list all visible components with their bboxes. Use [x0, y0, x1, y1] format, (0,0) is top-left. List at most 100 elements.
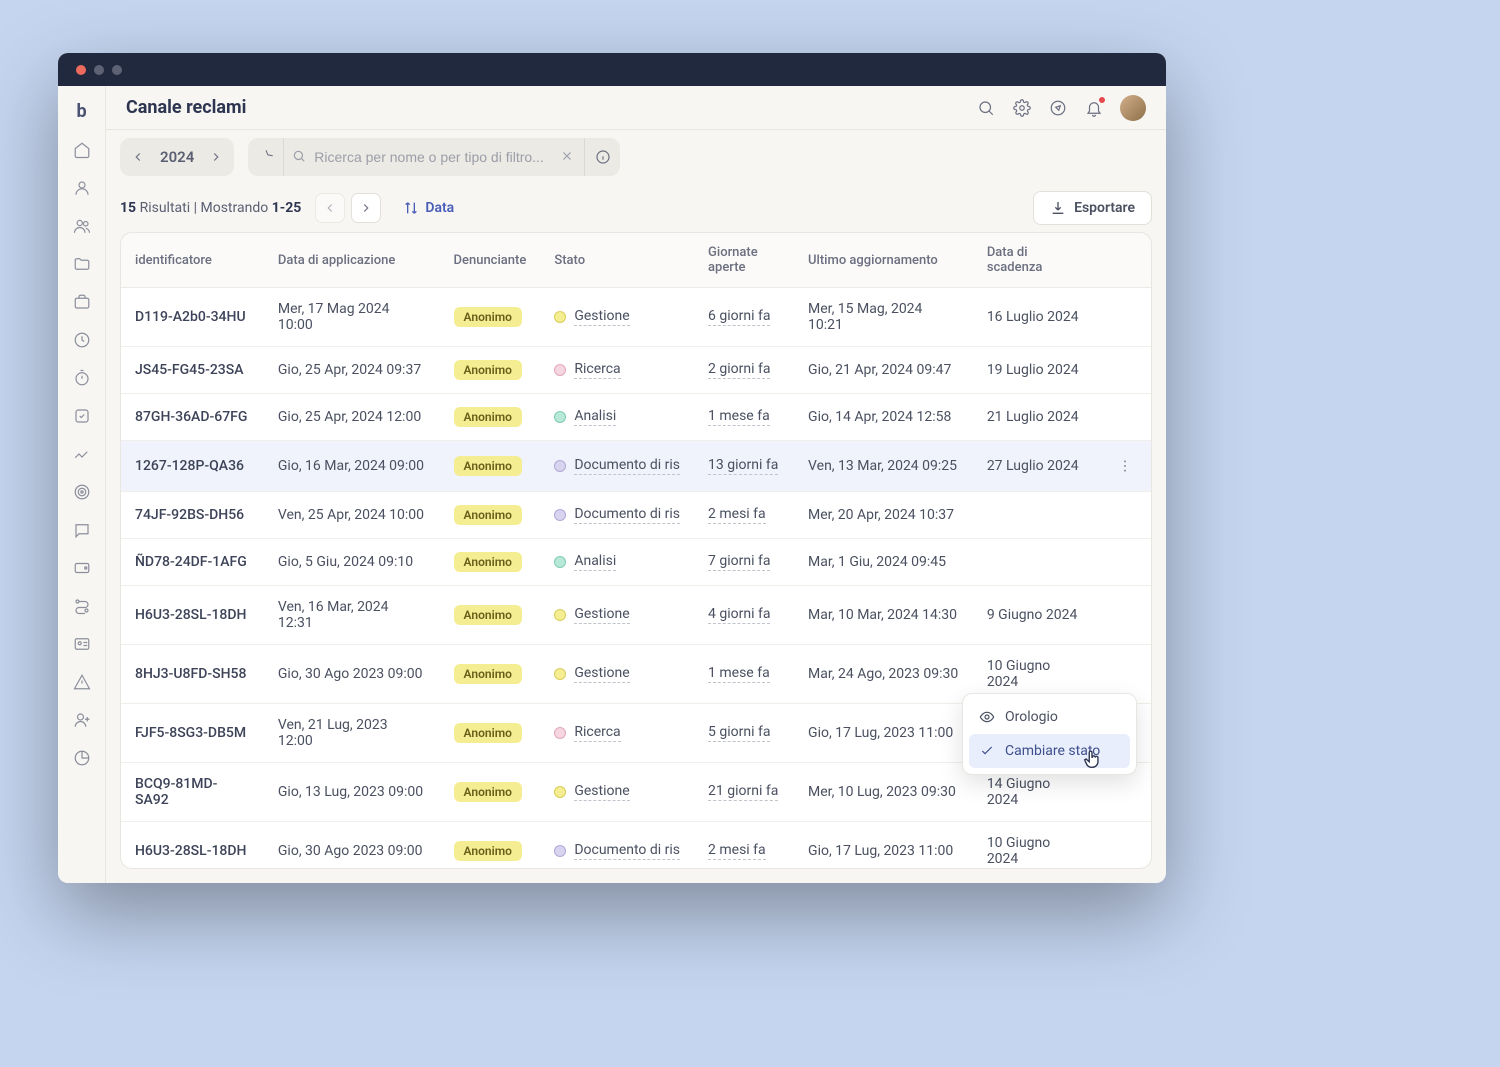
app-logo[interactable]: b — [71, 100, 93, 122]
cell-id: ÑD78-24DF-1AFG — [121, 539, 264, 586]
cell-updated: Gio, 14 Apr, 2024 12:58 — [794, 394, 973, 441]
clock-icon[interactable] — [72, 330, 92, 350]
sort-button[interactable]: Data — [395, 200, 462, 216]
compass-icon[interactable] — [1048, 98, 1068, 118]
users-icon[interactable] — [72, 216, 92, 236]
results-bar: 15 Risultati | Mostrando 1-25 Data Espor… — [106, 184, 1166, 232]
cell-due: 9 Giugno 2024 — [973, 586, 1099, 645]
table-row[interactable]: 1267-128P-QA36 Gio, 16 Mar, 2024 09:00 A… — [121, 441, 1151, 492]
col-applied[interactable]: Data di applicazione — [264, 233, 440, 288]
cell-days: 6 giorni fa — [694, 288, 794, 347]
cell-due: 27 Luglio 2024 — [973, 441, 1099, 492]
cell-updated: Mar, 1 Giu, 2024 09:45 — [794, 539, 973, 586]
table-row[interactable]: D119-A2b0-34HU Mer, 17 Mag 2024 10:00 An… — [121, 288, 1151, 347]
table-container: identificatore Data di applicazione Denu… — [120, 232, 1152, 869]
page-next-button[interactable] — [351, 193, 381, 223]
cell-reporter: Anonimo — [440, 645, 541, 704]
timer-icon[interactable] — [72, 368, 92, 388]
home-icon[interactable] — [72, 140, 92, 160]
user-icon[interactable] — [72, 178, 92, 198]
col-status[interactable]: Stato — [540, 233, 694, 288]
titlebar — [58, 53, 1166, 86]
cell-due: 16 Luglio 2024 — [973, 288, 1099, 347]
cell-status: Gestione — [540, 288, 694, 347]
wallet-icon[interactable] — [72, 558, 92, 578]
col-days[interactable]: Giornate aperte — [694, 233, 794, 288]
year-prev-button[interactable] — [124, 142, 152, 172]
cell-applied: Gio, 16 Mar, 2024 09:00 — [264, 441, 440, 492]
table-row[interactable]: 87GH-36AD-67FG Gio, 25 Apr, 2024 12:00 A… — [121, 394, 1151, 441]
cell-actions — [1099, 539, 1151, 586]
search-icon[interactable] — [976, 98, 996, 118]
cell-reporter: Anonimo — [440, 394, 541, 441]
col-due[interactable]: Data di scadenza — [973, 233, 1099, 288]
route-icon[interactable] — [72, 596, 92, 616]
table-row[interactable]: H6U3-28SL-18DH Gio, 30 Ago 2023 09:00 An… — [121, 822, 1151, 870]
id-card-icon[interactable] — [72, 634, 92, 654]
cell-applied: Gio, 25 Apr, 2024 12:00 — [264, 394, 440, 441]
checkbox-icon[interactable] — [72, 406, 92, 426]
page-header: Canale reclami — [106, 86, 1166, 130]
cell-days: 2 mesi fa — [694, 822, 794, 870]
cell-applied: Ven, 25 Apr, 2024 10:00 — [264, 492, 440, 539]
col-updated[interactable]: Ultimo aggiornamento — [794, 233, 973, 288]
warning-icon[interactable] — [72, 672, 92, 692]
col-id[interactable]: identificatore — [121, 233, 264, 288]
search-input[interactable] — [284, 149, 584, 165]
menu-watch[interactable]: Orologio — [969, 700, 1130, 734]
table-row[interactable]: ÑD78-24DF-1AFG Gio, 5 Giu, 2024 09:10 An… — [121, 539, 1151, 586]
export-button[interactable]: Esportare — [1033, 191, 1152, 225]
cell-reporter: Anonimo — [440, 822, 541, 870]
bell-icon[interactable] — [1084, 98, 1104, 118]
cell-applied: Ven, 21 Lug, 2023 12:00 — [264, 704, 440, 763]
window-close-icon[interactable] — [76, 65, 86, 75]
chat-icon[interactable] — [72, 520, 92, 540]
info-button[interactable] — [584, 138, 620, 176]
cell-updated: Mar, 10 Mar, 2024 14:30 — [794, 586, 973, 645]
page-prev-button[interactable] — [315, 193, 345, 223]
sidebar: b — [58, 86, 106, 883]
table-row[interactable]: H6U3-28SL-18DH Ven, 16 Mar, 2024 12:31 A… — [121, 586, 1151, 645]
cell-applied: Gio, 30 Ago 2023 09:00 — [264, 645, 440, 704]
folder-icon[interactable] — [72, 254, 92, 274]
pie-icon[interactable] — [72, 748, 92, 768]
app-window: b Canale reclami — [58, 53, 1166, 883]
cell-status: Ricerca — [540, 704, 694, 763]
gear-icon[interactable] — [1012, 98, 1032, 118]
favorite-button[interactable] — [248, 138, 284, 176]
results-count: 15 Risultati | Mostrando 1-25 — [120, 200, 301, 216]
cell-status: Gestione — [540, 645, 694, 704]
table-row[interactable]: JS45-FG45-23SA Gio, 25 Apr, 2024 09:37 A… — [121, 347, 1151, 394]
avatar[interactable] — [1120, 95, 1146, 121]
cell-actions — [1099, 586, 1151, 645]
cell-applied: Mer, 17 Mag 2024 10:00 — [264, 288, 440, 347]
search-clear-button[interactable] — [560, 148, 574, 167]
cell-days: 13 giorni fa — [694, 441, 794, 492]
cell-due: 19 Luglio 2024 — [973, 347, 1099, 394]
row-menu-button[interactable] — [1113, 454, 1137, 478]
window-minimize-icon[interactable] — [94, 65, 104, 75]
cell-updated: Mer, 10 Lug, 2023 09:30 — [794, 763, 973, 822]
cell-reporter: Anonimo — [440, 539, 541, 586]
year-next-button[interactable] — [202, 142, 230, 172]
chart-icon[interactable] — [72, 444, 92, 464]
cell-days: 1 mese fa — [694, 394, 794, 441]
cell-actions — [1099, 492, 1151, 539]
year-selector: 2024 — [120, 138, 234, 176]
window-zoom-icon[interactable] — [112, 65, 122, 75]
menu-change-status[interactable]: Cambiare stato — [969, 734, 1130, 768]
user-plus-icon[interactable] — [72, 710, 92, 730]
cell-applied: Gio, 30 Ago 2023 09:00 — [264, 822, 440, 870]
cell-id: H6U3-28SL-18DH — [121, 586, 264, 645]
cell-days: 1 mese fa — [694, 645, 794, 704]
col-reporter[interactable]: Denunciante — [440, 233, 541, 288]
cell-reporter: Anonimo — [440, 586, 541, 645]
cell-reporter: Anonimo — [440, 441, 541, 492]
cell-due — [973, 492, 1099, 539]
cell-status: Documento di ris — [540, 492, 694, 539]
cell-id: D119-A2b0-34HU — [121, 288, 264, 347]
cell-updated: Mer, 15 Mag, 2024 10:21 — [794, 288, 973, 347]
briefcase-icon[interactable] — [72, 292, 92, 312]
target-icon[interactable] — [72, 482, 92, 502]
table-row[interactable]: 74JF-92BS-DH56 Ven, 25 Apr, 2024 10:00 A… — [121, 492, 1151, 539]
